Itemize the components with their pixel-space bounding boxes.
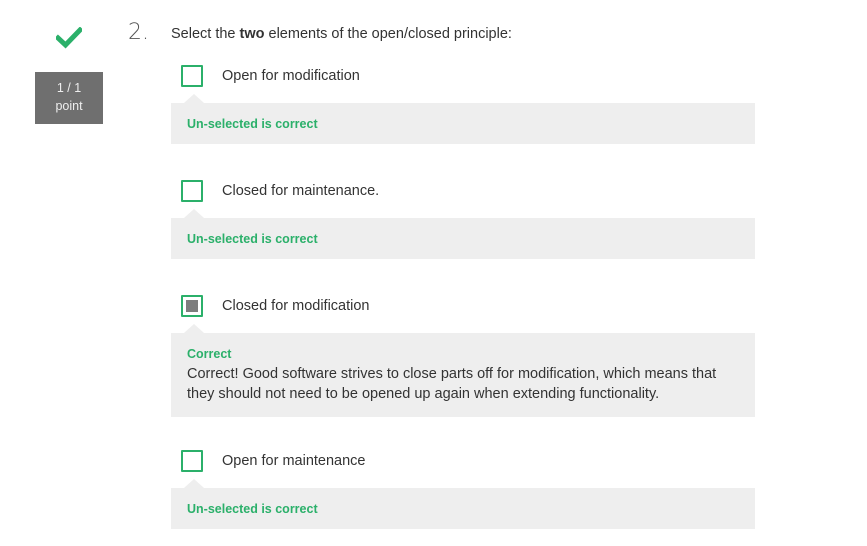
option-label: Closed for maintenance.	[222, 183, 380, 199]
option-checkbox[interactable]	[181, 295, 203, 317]
feedback-status: Un-selected is correct	[187, 232, 318, 246]
prompt-text-after: elements of the open/closed principle:	[264, 26, 512, 42]
option-feedback: Un-selected is correct	[171, 209, 755, 259]
option-feedback: Correct Correct! Good software strives t…	[171, 324, 755, 417]
option-label: Open for modification	[222, 68, 360, 84]
option-feedback: Un-selected is correct	[171, 94, 755, 144]
answer-option: Open for modification Un-selected is cor…	[171, 65, 755, 144]
question-prompt: Select the two elements of the open/clos…	[171, 26, 512, 42]
option-checkbox[interactable]	[181, 180, 203, 202]
prompt-text-bold: two	[239, 26, 265, 42]
option-checkbox[interactable]	[181, 450, 203, 472]
option-label: Closed for modification	[222, 298, 370, 314]
option-label: Open for maintenance	[222, 453, 366, 469]
score-value: 1 / 1	[56, 81, 82, 95]
score-unit: point	[55, 99, 83, 113]
question-number: 2.	[128, 20, 149, 45]
feedback-status: Correct	[187, 347, 232, 361]
feedback-explanation: Correct! Good software strives to close …	[187, 366, 717, 402]
feedback-status: Un-selected is correct	[187, 502, 318, 516]
answer-option: Open for maintenance Un-selected is corr…	[171, 450, 755, 529]
prompt-text-before: Select the	[171, 26, 240, 42]
score-badge: 1 / 1 point	[35, 72, 103, 124]
checkmark-icon	[56, 27, 82, 49]
answer-option: Closed for modification Correct Correct!…	[171, 295, 755, 417]
answer-option: Closed for maintenance. Un-selected is c…	[171, 180, 755, 259]
feedback-status: Un-selected is correct	[187, 117, 318, 131]
option-checkbox[interactable]	[181, 65, 203, 87]
option-feedback: Un-selected is correct	[171, 479, 755, 529]
